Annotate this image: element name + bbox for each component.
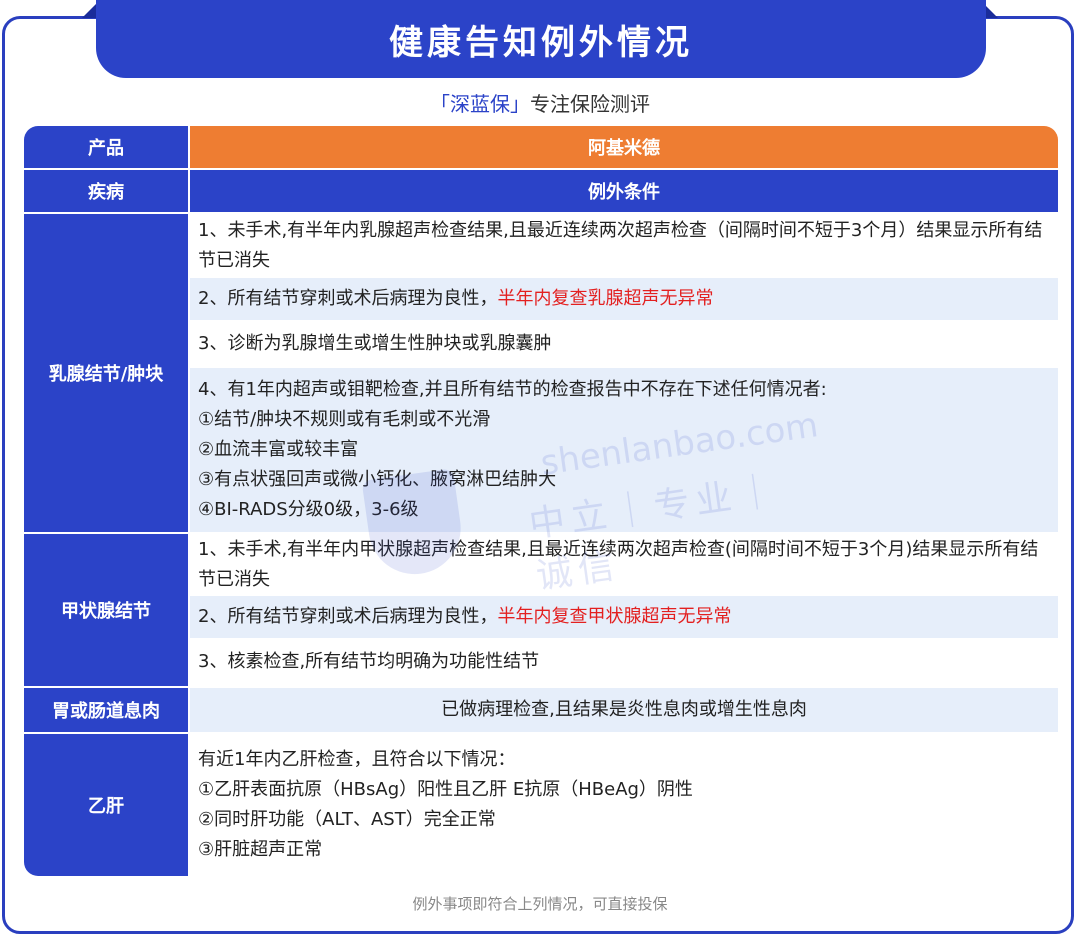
breast-condition-2-highlight: 半年内复查乳腺超声无异常 [497, 288, 714, 309]
condition-header: 例外条件 [190, 170, 1058, 212]
hepatitis-label: 乙肝 [24, 734, 190, 876]
subtitle: 「深蓝保」专注保险测评 [0, 88, 1080, 117]
breast-label: 乳腺结节/肿块 [24, 214, 190, 532]
footer-note: 例外事项即符合上列情况，可直接投保 [412, 895, 668, 913]
breast-condition-4-line: ②血流丰富或较丰富 [198, 439, 359, 460]
hepatitis-line: ②同时肝功能（ALT、AST）完全正常 [198, 809, 496, 830]
breast-condition-3: 3、诊断为乳腺增生或增生性肿块或乳腺囊肿 [190, 320, 1058, 368]
breast-condition-4-line: ①结节/肿块不规则或有毛刺或不光滑 [198, 409, 491, 430]
subtitle-tagline: 专注保险测评 [530, 92, 650, 116]
hepatitis-section: 乙肝 有近1年内乙肝检查，且符合以下情况： ①乙肝表面抗原（HBsAg）阳性且乙… [24, 734, 1058, 876]
polyp-condition: 已做病理检查,且结果是炎性息肉或增生性息肉 [190, 688, 1058, 732]
page-title: 健康告知例外情况 [96, 0, 986, 78]
page-title-text: 健康告知例外情况 [389, 22, 693, 63]
breast-condition-4: 4、有1年内超声或钼靶检查,并且所有结节的检查报告中不存在下述任何情况者: ①结… [190, 368, 1058, 532]
thyroid-condition-2-highlight: 半年内复查甲状腺超声无异常 [497, 606, 732, 627]
thyroid-condition-2: 2、所有结节穿刺或术后病理为良性，半年内复查甲状腺超声无异常 [190, 596, 1058, 638]
breast-condition-4-line: ③有点状强回声或微小钙化、腋窝淋巴结肿大 [198, 469, 557, 490]
hepatitis-line: 有近1年内乙肝检查，且符合以下情况： [198, 749, 516, 770]
thyroid-label: 甲状腺结节 [24, 534, 190, 686]
header-row: 疾病 例外条件 [24, 170, 1058, 214]
breast-condition-2: 2、所有结节穿刺或术后病理为良性，半年内复查乳腺超声无异常 [190, 278, 1058, 320]
disease-header: 疾病 [24, 170, 190, 212]
exception-table: 产品 阿基米德 疾病 例外条件 乳腺结节/肿块 1、未手术,有半年内乳腺超声检查… [24, 126, 1058, 876]
breast-condition-4-line: ④BI-RADS分级0级，3-6级 [198, 499, 419, 520]
breast-condition-2-text: 2、所有结节穿刺或术后病理为良性， [198, 288, 498, 309]
thyroid-section: 甲状腺结节 1、未手术,有半年内甲状腺超声检查结果,且最近连续两次超声检查(间隔… [24, 534, 1058, 688]
thyroid-condition-2-text: 2、所有结节穿刺或术后病理为良性， [198, 606, 498, 627]
product-name: 阿基米德 [190, 126, 1058, 168]
hepatitis-line: ①乙肝表面抗原（HBsAg）阳性且乙肝 E抗原（HBeAg）阴性 [198, 779, 693, 800]
breast-condition-1: 1、未手术,有半年内乳腺超声检查结果,且最近连续两次超声检查（间隔时间不短于3个… [190, 214, 1058, 278]
hepatitis-line: ③肝脏超声正常 [198, 839, 323, 860]
hepatitis-condition: 有近1年内乙肝检查，且符合以下情况： ①乙肝表面抗原（HBsAg）阳性且乙肝 E… [190, 734, 1058, 876]
brand-name: 「深蓝保」 [430, 92, 530, 116]
polyp-section: 胃或肠道息肉 已做病理检查,且结果是炎性息肉或增生性息肉 [24, 688, 1058, 734]
product-row: 产品 阿基米德 [24, 126, 1058, 170]
product-label: 产品 [24, 126, 190, 168]
thyroid-condition-1: 1、未手术,有半年内甲状腺超声检查结果,且最近连续两次超声检查(间隔时间不短于3… [190, 534, 1058, 596]
breast-condition-4-line: 4、有1年内超声或钼靶检查,并且所有结节的检查报告中不存在下述任何情况者: [198, 379, 827, 400]
breast-section: 乳腺结节/肿块 1、未手术,有半年内乳腺超声检查结果,且最近连续两次超声检查（间… [24, 214, 1058, 534]
thyroid-condition-3: 3、核素检查,所有结节均明确为功能性结节 [190, 638, 1058, 686]
polyp-label: 胃或肠道息肉 [24, 688, 190, 732]
